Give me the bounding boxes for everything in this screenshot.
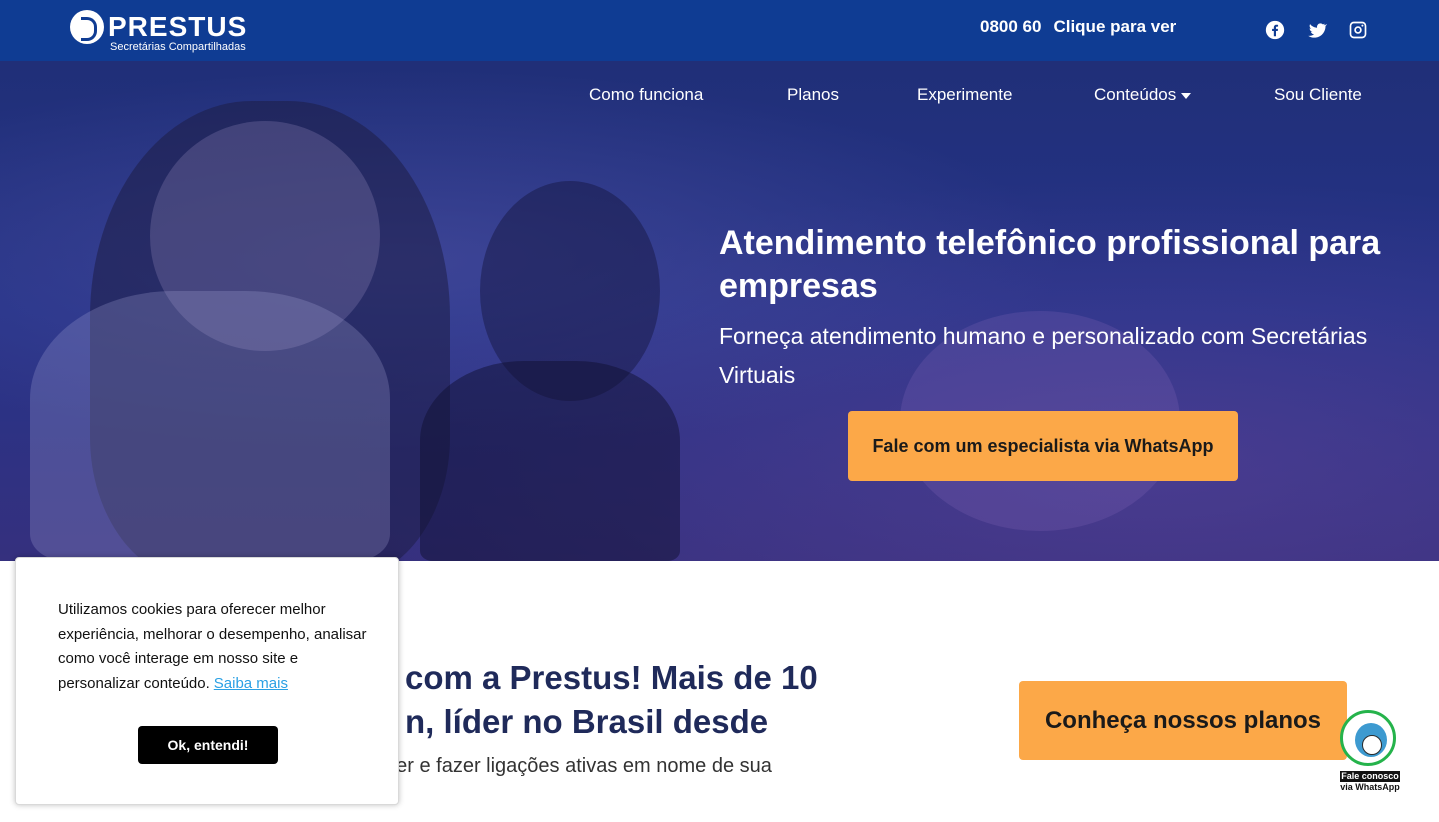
whatsapp-specialist-button[interactable]: Fale com um especialista via WhatsApp xyxy=(848,411,1238,481)
hero-photo-shape xyxy=(30,291,390,561)
hero-title: Atendimento telefônico profissional para… xyxy=(719,224,1381,305)
whatsapp-float-button[interactable]: Fale conosco via WhatsApp xyxy=(1337,710,1403,798)
plans-button[interactable]: Conheça nossos planos xyxy=(1019,681,1347,760)
whatsapp-avatar-icon xyxy=(1340,710,1396,766)
cookie-message: Utilizamos cookies para oferecer melhor … xyxy=(58,601,367,692)
caret-down-icon xyxy=(1181,92,1192,99)
cookie-text: Utilizamos cookies para oferecer melhor … xyxy=(58,598,368,696)
hero-subtitle: Forneça atendimento humano e personaliza… xyxy=(719,323,1368,388)
nav-sou-cliente[interactable]: Sou Cliente xyxy=(1274,85,1362,105)
whatsapp-float-line2: via WhatsApp xyxy=(1340,782,1400,792)
nav-conteudos[interactable]: Conteúdos xyxy=(1094,85,1192,105)
logo-tagline: Secretárias Compartilhadas xyxy=(110,41,246,53)
whatsapp-float-line1: Fale conosco xyxy=(1340,771,1400,782)
logo-name: PRESTUS xyxy=(108,11,248,42)
twitter-icon[interactable] xyxy=(1307,20,1329,42)
cookie-banner: Utilizamos cookies para oferecer melhor … xyxy=(15,557,399,805)
hero-photo-shape xyxy=(420,361,680,561)
instagram-icon[interactable] xyxy=(1348,20,1370,42)
attendant-icon xyxy=(1355,723,1387,757)
cookie-learn-more-link[interactable]: Saiba mais xyxy=(214,675,288,692)
phone-number: 0800 60 xyxy=(980,17,1042,36)
phone-reveal-link[interactable]: Clique para ver xyxy=(1053,17,1176,36)
hero-banner: Como funciona Planos Experimente Conteúd… xyxy=(0,61,1439,561)
nav-conteudos-label: Conteúdos xyxy=(1094,85,1177,104)
cookie-accept-button[interactable]: Ok, entendi! xyxy=(138,726,278,764)
phone-area: 0800 60 Clique para ver xyxy=(980,17,1188,37)
logo-mark-icon xyxy=(70,10,104,44)
nav-experimente[interactable]: Experimente xyxy=(917,85,1012,105)
whatsapp-float-label: Fale conosco via WhatsApp xyxy=(1337,771,1403,793)
nav-como-funciona[interactable]: Como funciona xyxy=(589,85,703,105)
prestus-logo[interactable]: PRESTUS Secretárias Compartilhadas xyxy=(70,10,250,53)
nav-planos[interactable]: Planos xyxy=(787,85,839,105)
top-bar: PRESTUS Secretárias Compartilhadas 0800 … xyxy=(0,0,1439,62)
facebook-icon[interactable] xyxy=(1265,20,1287,42)
